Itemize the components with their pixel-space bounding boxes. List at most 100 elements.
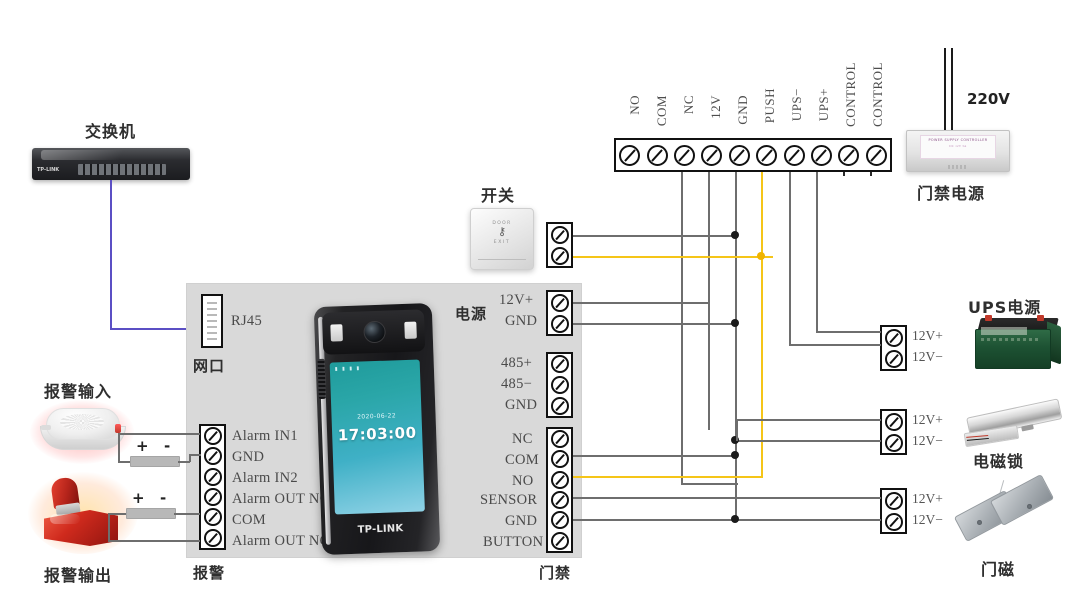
screw-psu-control-1[interactable] (838, 144, 860, 166)
access-terminal-label-4: GND (505, 513, 538, 529)
screw-psu-gnd[interactable] (728, 144, 750, 166)
alarm-terminal-label-4: COM (232, 512, 266, 528)
rs485-terminal-block[interactable] (546, 352, 573, 418)
screw-access-no[interactable] (550, 470, 569, 489)
screw-access-gnd[interactable] (550, 511, 569, 530)
resistor-alarm-input (130, 456, 180, 467)
screw-485-plus[interactable] (550, 355, 569, 374)
screw-psu-control-2[interactable] (865, 144, 887, 166)
access-terminal-label-1: COM (505, 452, 539, 468)
ups-terminal-block[interactable] (880, 325, 907, 371)
mag-lock-icon (958, 388, 1070, 457)
ups-label: UPS电源 (968, 298, 1042, 317)
screw-psu-ups-plus[interactable] (810, 144, 832, 166)
mag-lock-terminal-label-plus: 12V+ (912, 412, 943, 427)
resistor-input-minus: - (164, 437, 171, 455)
psu-terminal-label-6: UPS− (789, 88, 804, 122)
junction-com (731, 451, 739, 459)
screw-485-gnd[interactable] (550, 396, 569, 415)
screw-access-com[interactable] (550, 450, 569, 469)
screw-ups-12v-plus[interactable] (884, 328, 903, 347)
ups-battery-icon (975, 315, 1061, 369)
wire-ups-minus-drop (789, 172, 791, 345)
junction-lock-gnd (731, 436, 739, 444)
screw-alarm-out-nc[interactable] (203, 488, 222, 507)
screw-psu-push[interactable] (756, 144, 778, 166)
power-terminal-label-1: GND (505, 313, 538, 329)
screw-485-minus[interactable] (550, 375, 569, 394)
screw-access-nc[interactable] (550, 430, 569, 449)
psu-terminal-label-3: 12V (708, 95, 723, 119)
screw-alarm-com[interactable] (203, 508, 222, 527)
screw-exit-1[interactable] (550, 225, 569, 244)
wire-panel-12v-join (708, 302, 710, 304)
mains-wire-neutral (951, 48, 953, 132)
wire-siren-out-no (108, 540, 200, 542)
screw-lock-12v-plus[interactable] (884, 412, 903, 431)
screw-exit-2[interactable] (550, 246, 569, 265)
access-terminal-block[interactable] (546, 427, 573, 553)
wire-ups-plus-to-batt (816, 331, 881, 333)
screw-psu-ups-minus[interactable] (783, 144, 805, 166)
psu-terminal-label-4: GND (735, 95, 750, 125)
access-terminal-label-0: NC (512, 431, 533, 447)
rs485-terminal-label-1: 485− (501, 376, 533, 392)
alarm-terminal-label-3: Alarm OUT NC (232, 491, 330, 507)
junction-push (757, 252, 765, 260)
wire-panel-12v (573, 302, 709, 304)
wire-smoke-in1 (118, 433, 200, 435)
alarm-terminal-label-2: Alarm IN2 (232, 470, 298, 486)
screw-sensor-12v-minus[interactable] (884, 512, 903, 531)
screw-psu-12v[interactable] (701, 144, 723, 166)
screw-psu-com[interactable] (646, 144, 668, 166)
psu-terminal-label-2: NC (681, 95, 696, 115)
screw-alarm-gnd[interactable] (203, 447, 222, 466)
face-recognition-terminal: ▮ ▮ ▮ ▮ 2020-06-22 17:03:00 TP-LINK (313, 303, 441, 555)
mag-lock-terminal-block[interactable] (880, 409, 907, 455)
wire-ups-minus-to-batt (789, 344, 881, 346)
alarm-terminal-block[interactable] (199, 424, 226, 550)
alarm-terminal-label-5: Alarm OUT NO (232, 533, 331, 549)
access-terminal-label-5: BUTTON (483, 534, 544, 550)
screw-power-gnd[interactable] (550, 314, 569, 333)
resistor-input-plus: + (136, 437, 149, 455)
screw-ups-12v-minus[interactable] (884, 349, 903, 368)
screw-power-12v-plus[interactable] (550, 293, 569, 312)
wire-smoke-drop (118, 433, 120, 462)
screw-alarm-out-no[interactable] (203, 528, 222, 547)
mains-voltage-label: 220V (967, 90, 1010, 108)
rj45-label: RJ45 (231, 313, 263, 329)
screw-alarm-in2[interactable] (203, 467, 222, 486)
wire-push-drop (761, 172, 764, 477)
screw-alarm-in1[interactable] (203, 427, 222, 446)
screw-lock-12v-minus[interactable] (884, 433, 903, 452)
wire-gnd-drop (735, 172, 737, 522)
junction-gnd-power (731, 319, 739, 327)
door-power-supply: POWER SUPPLY CONTROLLER DC 12V 3A (906, 130, 1010, 172)
wire-smoke-gnd (189, 454, 201, 456)
wire-smoke-res-left (118, 461, 130, 463)
siren-label: 报警输出 (44, 566, 113, 585)
network-cable-vertical (110, 180, 112, 329)
alarm-terminal-label-1: GND (232, 449, 265, 465)
screw-access-sensor[interactable] (550, 491, 569, 510)
screw-access-button[interactable] (550, 531, 569, 550)
screw-psu-nc[interactable] (673, 144, 695, 166)
door-sensor-label: 门磁 (981, 560, 1016, 579)
power-terminal-block[interactable] (546, 290, 573, 336)
door-sensor-terminal-block[interactable] (880, 488, 907, 534)
wire-exit-to-push (573, 256, 773, 259)
exit-button-terminal-block[interactable] (546, 222, 573, 268)
psu-face-line-2: DC 12V 3A (949, 144, 967, 148)
door-exit-button[interactable]: DOOR ⚷ EXIT (470, 208, 534, 270)
power-group-label: 电源 (455, 305, 488, 323)
access-terminal-label-3: SENSOR (480, 492, 538, 508)
power-terminal-label-0: 12V+ (499, 292, 534, 308)
power-supply-terminal-strip[interactable] (614, 138, 892, 172)
screw-sensor-12v-plus[interactable] (884, 491, 903, 510)
wire-control-2-stub (870, 172, 872, 176)
ups-terminal-label-plus: 12V+ (912, 328, 943, 343)
psu-terminal-label-0: NO (627, 95, 642, 115)
junction-gnd-exit (731, 231, 739, 239)
screw-psu-no[interactable] (619, 144, 641, 166)
